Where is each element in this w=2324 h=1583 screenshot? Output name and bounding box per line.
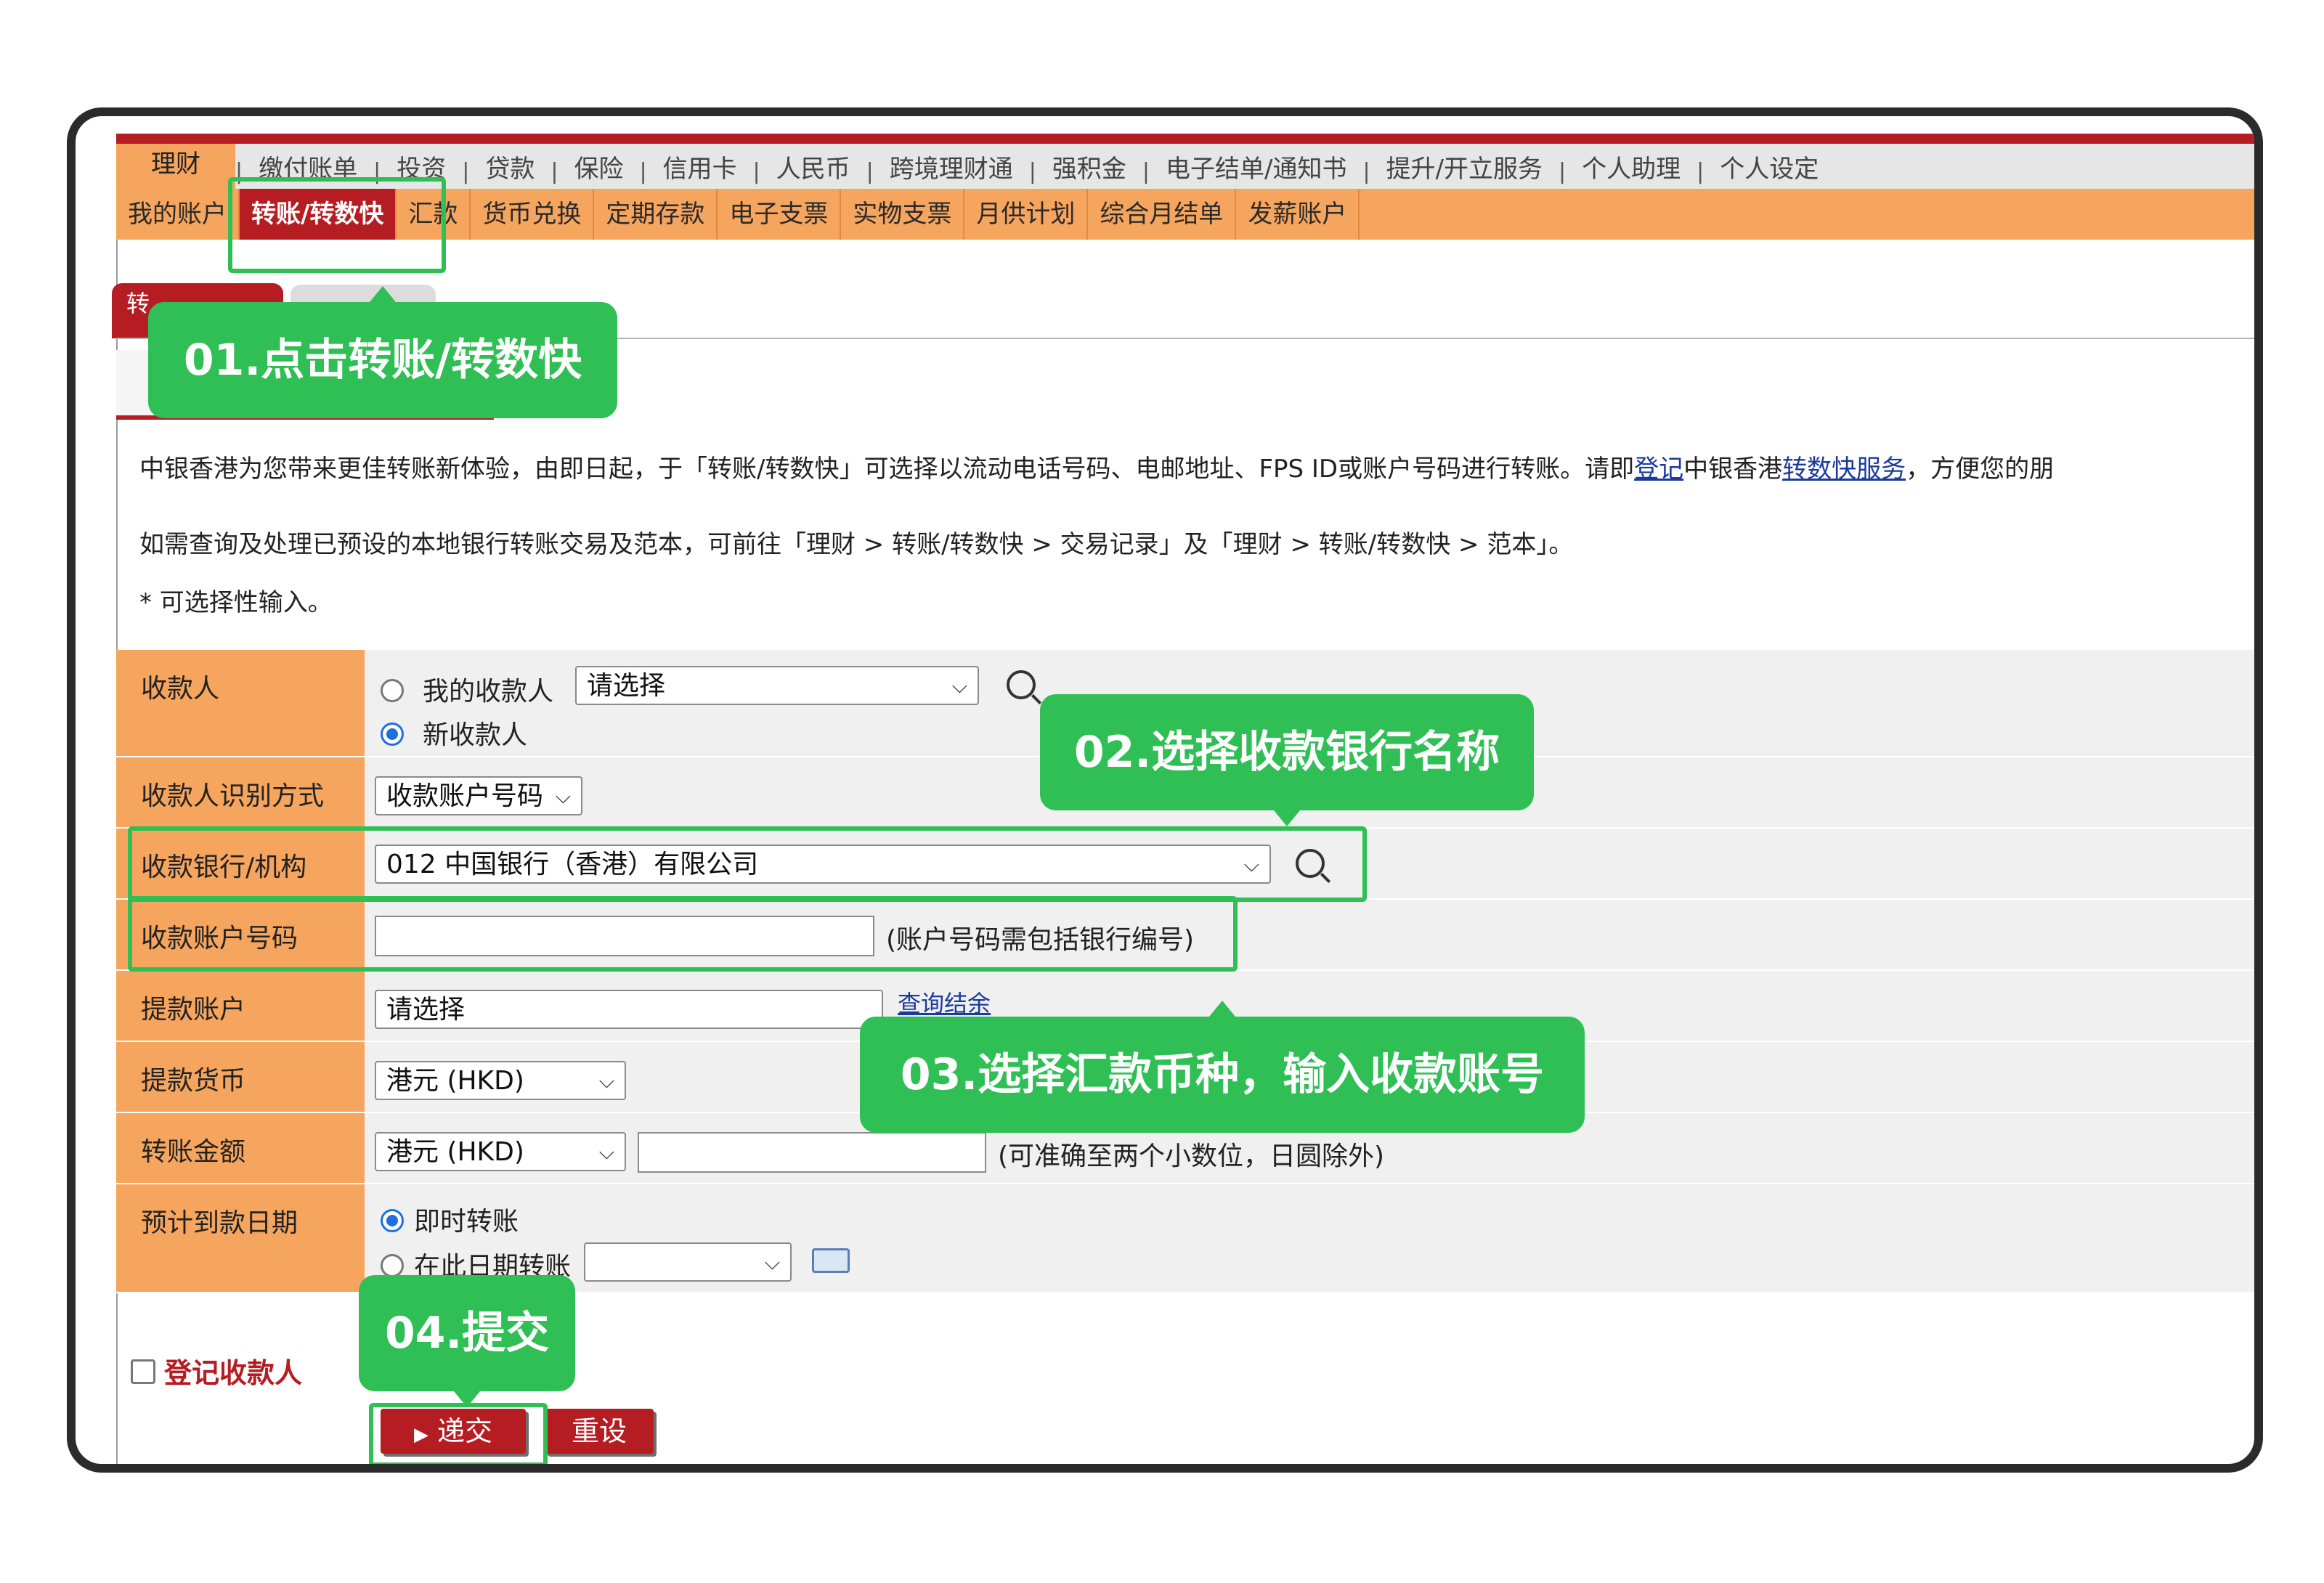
- date-select[interactable]: ⌵: [584, 1242, 792, 1282]
- radio-my-payee[interactable]: [381, 679, 404, 702]
- amount-label: 转账金额: [116, 1113, 365, 1183]
- nav-separator: |: [639, 159, 647, 184]
- nav-primary-item[interactable]: 信用卡: [647, 149, 753, 189]
- chevron-down-icon: ⌵: [598, 1140, 614, 1164]
- highlight-bank-row: [128, 826, 1367, 902]
- nav-secondary-item[interactable]: 货币兑换: [471, 189, 595, 240]
- nav-primary-item[interactable]: 个人助理: [1566, 149, 1697, 189]
- nav-separator: |: [1697, 159, 1705, 184]
- amount-input[interactable]: [638, 1132, 986, 1173]
- nav-separator: |: [550, 159, 558, 184]
- nav-secondary-item[interactable]: 定期存款: [594, 189, 718, 240]
- nav-secondary-item[interactable]: 实物支票: [841, 189, 965, 240]
- nav-separator: |: [1142, 159, 1150, 184]
- nav-separator: |: [1028, 159, 1036, 184]
- nav-primary-item[interactable]: 贷款: [469, 149, 550, 189]
- chevron-down-icon: ⌵: [951, 674, 967, 698]
- debit-account-label: 提款账户: [116, 971, 365, 1041]
- nav-primary-item[interactable]: 保险: [558, 149, 639, 189]
- radio-immediate-label: 即时转账: [414, 1207, 519, 1237]
- balance-inquiry-link[interactable]: 查询结余: [898, 985, 991, 1019]
- radio-my-payee-label: 我的收款人: [423, 677, 554, 707]
- nav-secondary-item[interactable]: 综合月结单: [1088, 189, 1237, 240]
- reset-button[interactable]: 重设: [545, 1409, 654, 1454]
- amount-hint: (可准确至两个小数位，日圆除外): [998, 1142, 1385, 1171]
- payee-select[interactable]: 请选择 ⌵: [575, 666, 979, 705]
- chevron-down-icon: ⌵: [764, 1250, 780, 1274]
- highlight-submit: [369, 1403, 548, 1464]
- calendar-icon[interactable]: [812, 1248, 850, 1273]
- debit-currency-label: 提款货币: [116, 1042, 365, 1112]
- id-method-select[interactable]: 收款账户号码 ⌵: [375, 776, 582, 815]
- nav-secondary-item[interactable]: 月供计划: [964, 189, 1089, 240]
- nav-primary-item[interactable]: 强积金: [1036, 149, 1142, 189]
- debit-account-select[interactable]: 请选择: [375, 990, 883, 1029]
- search-icon[interactable]: [1007, 670, 1036, 699]
- highlight-account-row: [128, 896, 1238, 972]
- nav-separator: |: [462, 159, 470, 184]
- nav-separator: |: [866, 159, 874, 184]
- radio-immediate[interactable]: [381, 1209, 404, 1232]
- nav-primary-item[interactable]: 跨境理财通: [874, 149, 1029, 189]
- intro-paragraph-1: 中银香港为您带来更佳转账新体验，由即日起，于「转账/转数快」可选择以流动电话号码…: [139, 455, 2055, 484]
- nav-primary-item[interactable]: 提升/开立服务: [1370, 149, 1559, 189]
- nav-secondary-item[interactable]: 电子支票: [718, 189, 842, 240]
- register-payee-checkbox[interactable]: [131, 1359, 155, 1384]
- payee-label: 收款人: [116, 650, 365, 756]
- callout-step-3: 03.选择汇款币种，输入收款账号: [860, 1001, 1585, 1133]
- amount-currency-select[interactable]: 港元 (HKD) ⌵: [375, 1132, 626, 1171]
- nav-primary-item[interactable]: 人民币: [760, 149, 866, 189]
- value-date-label: 预计到款日期: [116, 1184, 365, 1292]
- radio-new-payee[interactable]: [381, 723, 404, 746]
- nav-secondary-item[interactable]: 我的账户: [116, 189, 240, 240]
- callout-step-2: 02.选择收款银行名称: [1040, 694, 1534, 826]
- nav-primary-item[interactable]: 理财: [116, 144, 235, 189]
- register-payee-label: 登记收款人: [164, 1357, 303, 1389]
- id-method-label: 收款人识别方式: [116, 757, 365, 827]
- nav-primary-item[interactable]: 电子结单/通知书: [1150, 149, 1362, 189]
- nav-secondary-item[interactable]: 发薪账户: [1236, 189, 1360, 240]
- nav-separator: |: [1362, 159, 1370, 184]
- nav-separator: |: [1559, 159, 1567, 184]
- callout-step-1: 01.点击转账/转数快: [148, 286, 617, 418]
- radio-scheduled[interactable]: [381, 1254, 404, 1277]
- nav-separator: |: [752, 159, 760, 184]
- screenshot-frame: 理财 | 缴付账单 | 投资 | 贷款 | 保险 | 信用卡 | 人民币 | 跨境理财通 | 强积金 | 电子结单/…: [67, 107, 2263, 1473]
- fps-service-link[interactable]: 转数快服务: [1782, 455, 1906, 484]
- nav-primary-item[interactable]: 个人设定: [1704, 149, 1835, 189]
- highlight-transfer-tab: [228, 177, 446, 273]
- optional-note: * 可选择性输入。: [139, 588, 333, 617]
- radio-new-payee-label: 新收款人: [423, 720, 528, 750]
- chevron-down-icon: ⌵: [555, 784, 571, 808]
- callout-step-4: 04.提交: [359, 1275, 575, 1407]
- debit-currency-select[interactable]: 港元 (HKD) ⌵: [375, 1061, 626, 1100]
- brand-bar: [116, 134, 2254, 144]
- intro-paragraph-2: 如需查询及处理已预设的本地银行转账交易及范本，可前往「理财 > 转账/转数快 >…: [139, 530, 1574, 559]
- chevron-down-icon: ⌵: [598, 1069, 614, 1093]
- register-link[interactable]: 登记: [1634, 455, 1683, 484]
